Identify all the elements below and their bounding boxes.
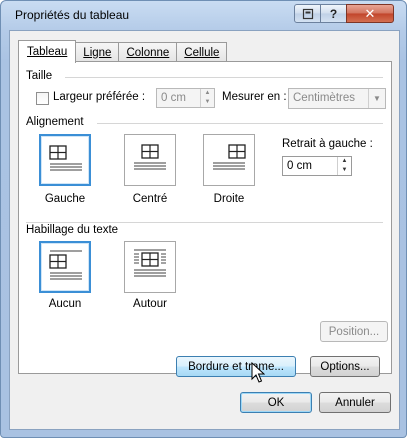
- preferred-width-checkbox[interactable]: [36, 92, 49, 105]
- dialog-client: Tableau Ligne Colonne Cellule Taille Lar…: [9, 30, 400, 430]
- dialog-window: Propriétés du tableau ? ✕ Tableau Ligne …: [0, 0, 407, 438]
- preferred-width-spinner[interactable]: 0 cm ▲ ▼: [156, 88, 215, 108]
- align-left-label: Gauche: [44, 193, 86, 205]
- tab-tableau[interactable]: Tableau: [18, 40, 77, 63]
- position-button[interactable]: Position...: [320, 321, 388, 342]
- tab-colonne[interactable]: Colonne: [118, 42, 178, 62]
- cancel-button[interactable]: Annuler: [319, 392, 391, 413]
- help-icon: [302, 8, 313, 19]
- preferred-width-label: Largeur préférée :: [53, 91, 146, 103]
- borders-shading-button[interactable]: Bordure et trame...: [176, 356, 296, 377]
- close-button[interactable]: ✕: [346, 4, 394, 23]
- align-center-label: Centré: [132, 193, 168, 205]
- measure-select[interactable]: Centimètres ▼: [288, 88, 386, 109]
- help-button[interactable]: [294, 4, 321, 23]
- wrap-none-icon: [49, 250, 82, 280]
- close-icon: ✕: [364, 5, 376, 21]
- divider: [65, 77, 383, 78]
- indent-label: Retrait à gauche :: [282, 138, 373, 150]
- spin-down-icon[interactable]: ▼: [338, 166, 351, 175]
- ok-button[interactable]: OK: [240, 392, 312, 413]
- spin-down-icon[interactable]: ▼: [201, 98, 214, 107]
- chevron-down-icon: ▼: [368, 89, 385, 108]
- question-button[interactable]: ?: [320, 4, 347, 23]
- align-right-option[interactable]: [203, 134, 255, 186]
- tab-cellule[interactable]: Cellule: [176, 42, 228, 62]
- wrap-around-icon: [134, 249, 166, 277]
- tab-strip: Tableau Ligne Colonne Cellule: [18, 40, 228, 63]
- align-right-label: Droite: [213, 193, 245, 205]
- preferred-width-value: 0 cm: [161, 92, 186, 104]
- question-icon: ?: [329, 6, 338, 21]
- wrap-none-label: Aucun: [48, 298, 82, 310]
- window-title: Propriétés du tableau: [15, 8, 130, 22]
- align-right-icon: [213, 144, 246, 170]
- divider: [26, 222, 383, 223]
- align-left-icon: [49, 145, 82, 171]
- wrap-none-option[interactable]: [39, 241, 91, 293]
- align-center-option[interactable]: [124, 134, 176, 186]
- tab-ligne[interactable]: Ligne: [75, 42, 120, 62]
- tab-panel-tableau: Taille Largeur préférée : 0 cm ▲ ▼ Mesur…: [18, 61, 392, 374]
- indent-spinner[interactable]: 0 cm ▲ ▼: [282, 156, 352, 176]
- mouse-cursor-icon: [251, 362, 265, 383]
- spin-up-icon[interactable]: ▲: [338, 157, 351, 166]
- wrap-around-option[interactable]: [124, 241, 176, 293]
- options-button[interactable]: Options...: [310, 356, 380, 377]
- align-center-icon: [134, 144, 166, 170]
- indent-value: 0 cm: [287, 160, 312, 172]
- measure-label: Mesurer en :: [222, 91, 287, 103]
- measure-value: Centimètres: [293, 92, 355, 104]
- taille-group-title: Taille: [26, 70, 53, 82]
- alignement-group-title: Alignement: [26, 116, 84, 128]
- spin-up-icon[interactable]: ▲: [201, 89, 214, 98]
- wrap-around-label: Autour: [133, 298, 167, 310]
- divider: [97, 123, 383, 124]
- habillage-group-title: Habillage du texte: [26, 224, 119, 236]
- align-left-option[interactable]: [39, 134, 91, 186]
